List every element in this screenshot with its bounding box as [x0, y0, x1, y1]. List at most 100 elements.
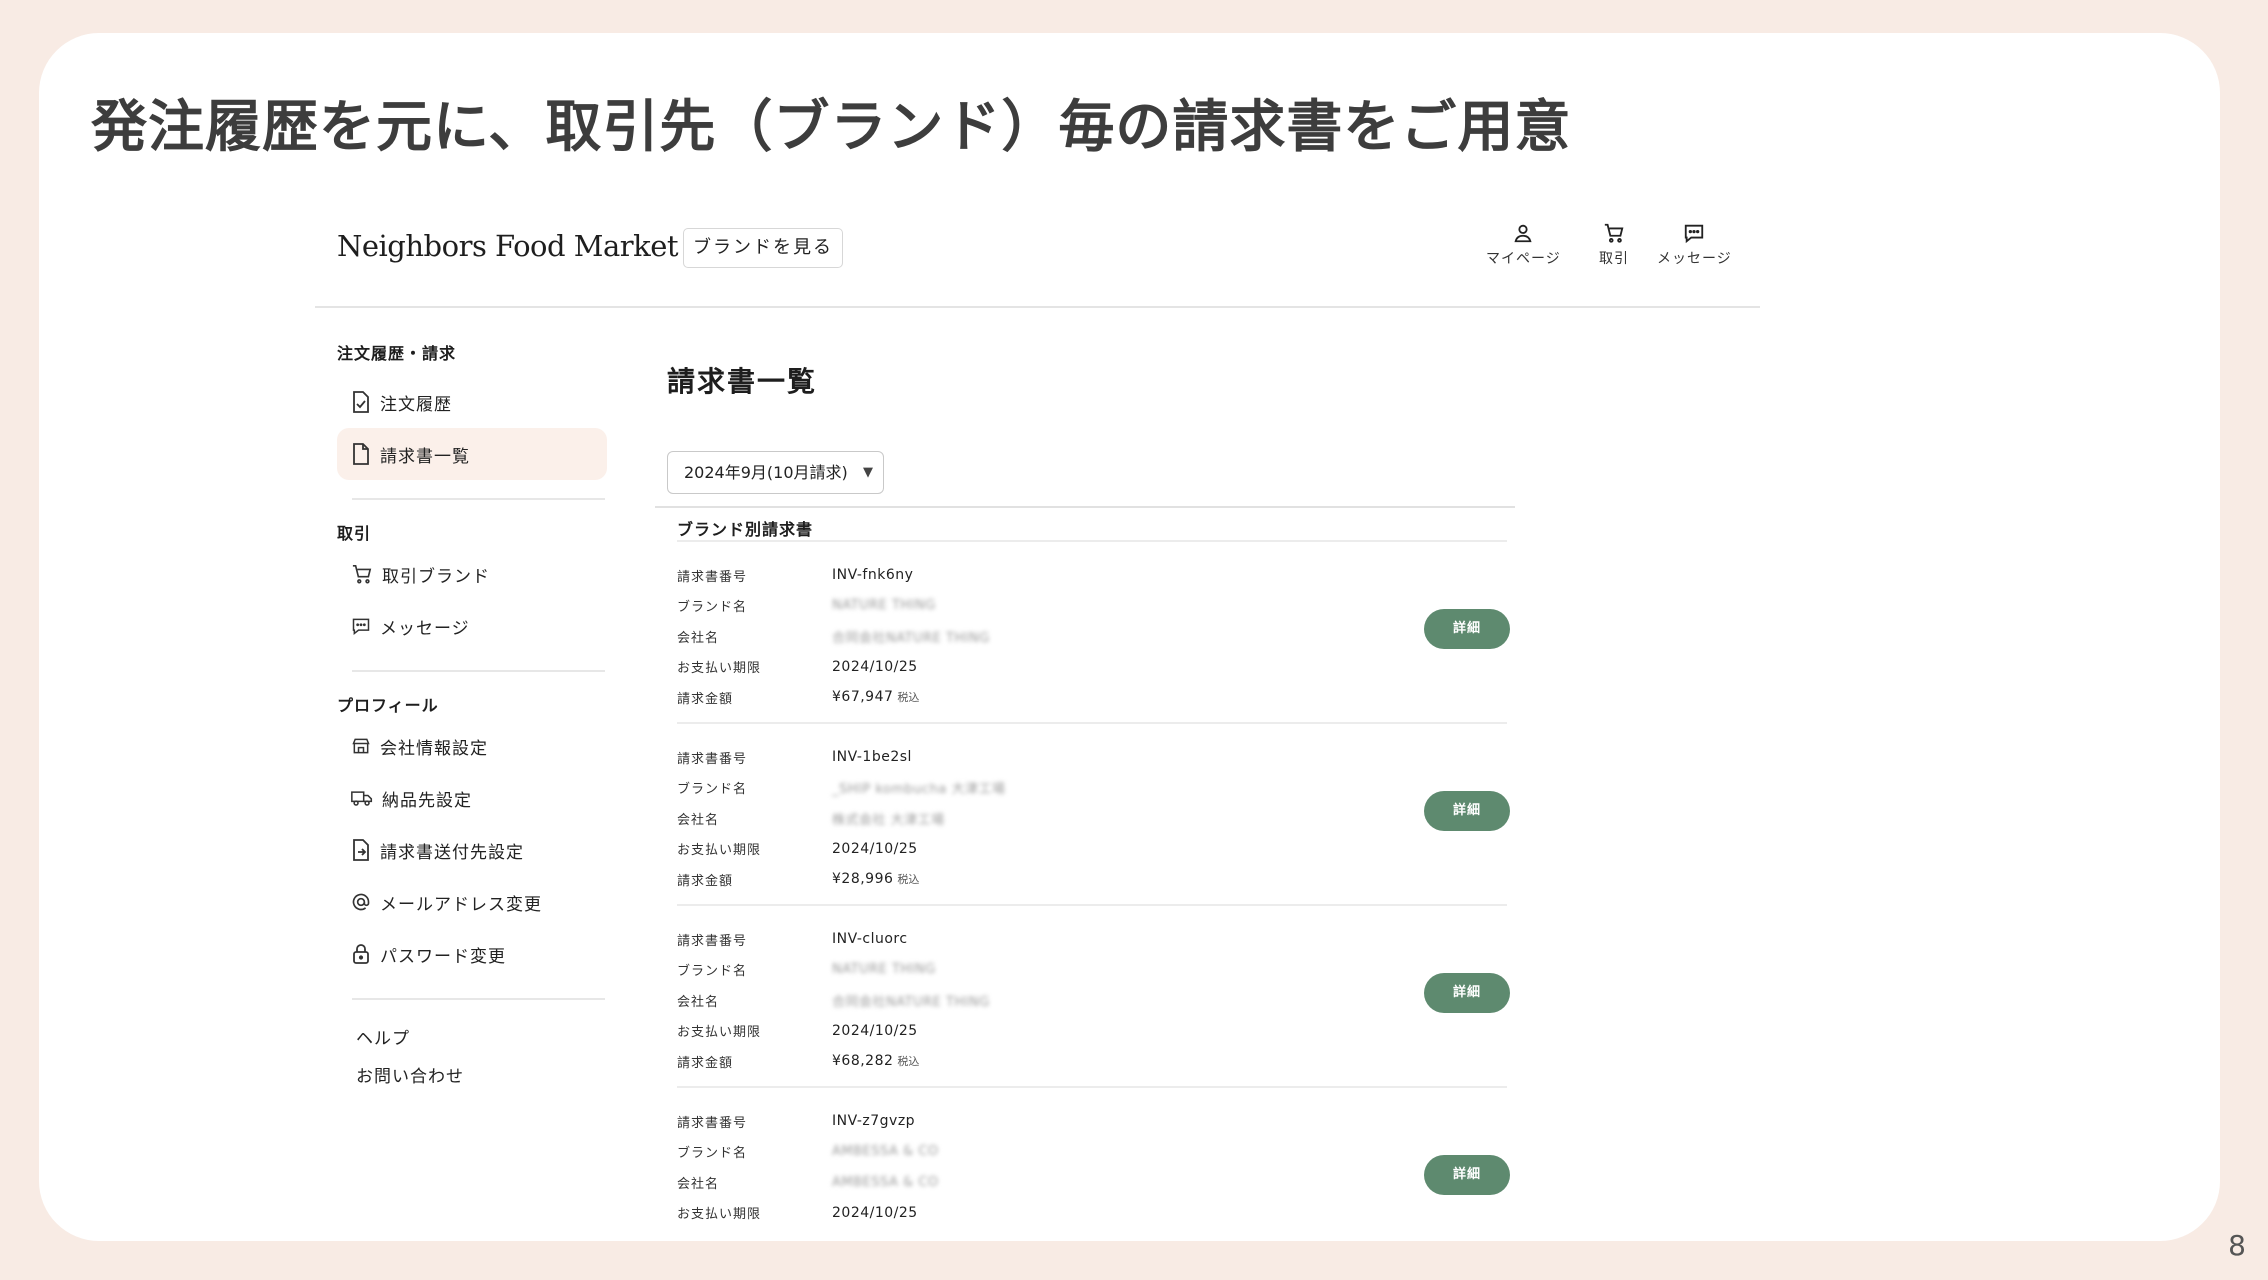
chevron-down-icon: ▼	[863, 465, 873, 480]
brand-name: AMBESSA & CO	[832, 1144, 939, 1160]
message-icon	[1685, 224, 1704, 244]
sidebar-item-order-history[interactable]: 注文履歴	[337, 376, 607, 428]
tax-included-label: 税込	[897, 1055, 920, 1069]
brand-name-label: ブランド名	[677, 1146, 748, 1162]
detail-button[interactable]: 詳細	[1424, 791, 1510, 831]
file-send-icon	[353, 839, 369, 861]
company-name: 合同会社NATURE THING	[832, 630, 990, 646]
invoice-amount: ¥67,947	[832, 689, 894, 706]
invoice-card: 請求書番号 INV-fnk6ny ブランド名 NATURE THING 会社名 合同会…	[677, 540, 1510, 722]
company-name-label: 会社名	[677, 1176, 720, 1192]
due-date-label: お支払い期限	[677, 1207, 762, 1223]
due-date-label: お支払い期限	[677, 843, 762, 859]
help-link[interactable]: ヘルプ	[337, 1020, 607, 1058]
detail-button[interactable]: 詳細	[1424, 1155, 1510, 1195]
sidebar-item-label: 請求書一覧	[380, 446, 470, 467]
messages-nav[interactable]: メッセージ	[1657, 222, 1732, 268]
deals-label: 取引	[1599, 251, 1629, 267]
company-name-label: 会社名	[677, 994, 720, 1010]
detail-button[interactable]: 詳細	[1424, 973, 1510, 1013]
sidebar-item-label: 請求書送付先設定	[380, 842, 524, 863]
invoice-amount: ¥28,996	[832, 871, 894, 888]
contact-link[interactable]: お問い合わせ	[337, 1058, 607, 1096]
invoice-card: 請求書番号 INV-1be2sl ブランド名 _SHIP kombucha 大津工場…	[677, 722, 1510, 904]
sidebar-item-label: パスワード変更	[380, 946, 506, 967]
invoice-list: 請求書番号 INV-fnk6ny ブランド名 NATURE THING 会社名 合同会…	[677, 540, 1510, 1241]
invoice-number: INV-1be2sl	[832, 749, 912, 766]
sidebar-item-trading-brands[interactable]: 取引ブランド	[337, 548, 607, 600]
brand-name-label: ブランド名	[677, 782, 748, 798]
sidebar-item-invoice-destination[interactable]: 請求書送付先設定	[337, 824, 607, 876]
sidebar-item-label: メッセージ	[380, 618, 470, 639]
sidebar-section-title: プロフィール	[337, 696, 439, 715]
invoice-number-label: 請求書番号	[677, 569, 748, 585]
message-icon	[352, 618, 370, 636]
brand-name-label: ブランド名	[677, 964, 748, 980]
brand-name: NATURE THING	[832, 598, 936, 614]
browse-brands-button[interactable]: ブランドを見る	[683, 228, 843, 268]
due-date: 2024/10/25	[832, 840, 918, 857]
cart-icon	[352, 565, 372, 584]
tax-included-label: 税込	[897, 873, 920, 887]
app-screenshot: Neighbors Food Market ブランドを見る マイページ 取引 メ…	[315, 210, 1760, 1241]
sidebar-item-email-change[interactable]: メールアドレス変更	[337, 876, 607, 928]
invoice-number-label: 請求書番号	[677, 751, 748, 767]
main-content: 請求書一覧 2024年9月(10月請求) ▼ ブランド別請求書 請求書番号 INV…	[655, 360, 1547, 1222]
sidebar-item-delivery-settings[interactable]: 納品先設定	[337, 772, 607, 824]
invoice-number-label: 請求書番号	[677, 933, 748, 949]
invoice-number: INV-cluorc	[832, 931, 908, 948]
section-label: ブランド別請求書	[677, 520, 814, 539]
sidebar-item-messages[interactable]: メッセージ	[337, 600, 607, 652]
sidebar-item-company-settings[interactable]: 会社情報設定	[337, 720, 607, 772]
period-select[interactable]: 2024年9月(10月請求) ▼	[667, 451, 884, 494]
company-name: AMBESSA & CO	[832, 1174, 939, 1190]
messages-label: メッセージ	[1657, 251, 1732, 267]
page-title: 請求書一覧	[667, 365, 818, 398]
period-select-value: 2024年9月(10月請求)	[684, 463, 848, 482]
invoice-number-label: 請求書番号	[677, 1115, 748, 1131]
company-name: 合同会社NATURE THING	[832, 994, 990, 1010]
due-date: 2024/10/25	[832, 658, 918, 675]
sidebar-item-invoices[interactable]: 請求書一覧	[337, 428, 607, 480]
due-date-label: お支払い期限	[677, 1025, 762, 1041]
file-check-icon	[353, 391, 369, 413]
invoice-number: INV-z7gvzp	[832, 1113, 916, 1130]
mypage-nav[interactable]: マイページ	[1486, 222, 1561, 268]
file-icon	[353, 443, 369, 465]
page-number: 8	[2228, 1229, 2246, 1262]
due-date: 2024/10/25	[832, 1204, 918, 1221]
deals-nav[interactable]: 取引	[1599, 222, 1629, 268]
brand-name: NATURE THING	[832, 962, 936, 978]
user-icon	[1514, 224, 1532, 243]
site-logo[interactable]: Neighbors Food Market	[337, 229, 679, 263]
invoice-card: 請求書番号 INV-cluorc ブランド名 NATURE THING 会社名 合同会…	[677, 904, 1510, 1086]
sidebar-section-title: 取引	[337, 524, 372, 543]
company-name-label: 会社名	[677, 630, 720, 646]
detail-button[interactable]: 詳細	[1424, 609, 1510, 649]
store-icon	[352, 738, 370, 754]
due-date: 2024/10/25	[832, 1022, 918, 1039]
sidebar-item-label: 会社情報設定	[380, 738, 488, 759]
sidebar-item-label: 納品先設定	[382, 790, 472, 811]
invoice-number: INV-fnk6ny	[832, 567, 914, 584]
sidebar-item-label: 取引ブランド	[382, 566, 490, 587]
sidebar-item-password-change[interactable]: パスワード変更	[337, 928, 607, 980]
sidebar-section-title: 注文履歴・請求	[337, 344, 457, 363]
sidebar-divider	[352, 498, 605, 500]
company-name: 株式会社 大津工場	[832, 812, 945, 828]
invoice-amount: ¥68,282	[832, 1053, 894, 1070]
list-divider	[655, 506, 1515, 508]
amount-label: 請求金額	[677, 691, 734, 707]
sidebar-divider	[352, 670, 605, 672]
due-date-label: お支払い期限	[677, 661, 762, 677]
slide-title: 発注履歴を元に、取引先（ブランド）毎の請求書をご用意	[91, 95, 1572, 160]
invoice-card: 請求書番号 INV-z7gvzp ブランド名 AMBESSA & CO 会社名 AMB…	[677, 1086, 1510, 1241]
cart-icon	[1604, 223, 1624, 243]
tax-included-label: 税込	[897, 691, 920, 705]
brand-name: _SHIP kombucha 大津工場	[832, 782, 1006, 798]
app-header: Neighbors Food Market ブランドを見る マイページ 取引 メ…	[315, 210, 1760, 308]
company-name-label: 会社名	[677, 812, 720, 828]
sidebar-divider	[352, 998, 605, 1000]
at-sign-icon	[352, 893, 370, 911]
lock-icon	[353, 944, 369, 964]
